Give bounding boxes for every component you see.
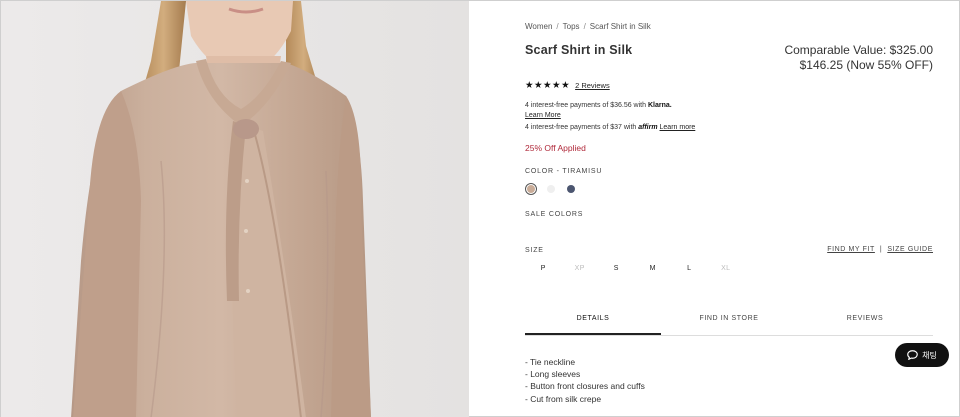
tab-find-in-store[interactable]: FIND IN STORE (661, 310, 797, 335)
price-block: Comparable Value: $325.00 $146.25 (Now 5… (784, 43, 933, 73)
color-label: COLOR - TIRAMISU (525, 168, 603, 175)
size-option-m[interactable]: M (635, 265, 672, 272)
size-option-xp[interactable]: XP (562, 265, 599, 272)
breadcrumb-women[interactable]: Women (525, 22, 552, 31)
klarna-learn-more-link[interactable]: Learn More (525, 111, 672, 121)
tab-reviews[interactable]: REVIEWS (797, 310, 933, 335)
affirm-payment-info: 4 interest-free payments of $37 with aff… (525, 124, 695, 131)
sale-price: $146.25 (Now 55% OFF) (799, 58, 933, 72)
color-swatch-tiramisu[interactable] (525, 183, 537, 195)
size-guide-link[interactable]: SIZE GUIDE (887, 246, 933, 253)
klarna-payment-info: 4 interest-free payments of $36.56 with … (525, 101, 672, 121)
breadcrumb: Women / Tops / Scarf Shirt in Silk (525, 22, 651, 31)
affirm-logo: affirm (638, 124, 658, 131)
color-swatches (525, 183, 577, 195)
product-info-panel: Women / Tops / Scarf Shirt in Silk Scarf… (525, 1, 933, 417)
klarna-text: 4 interest-free payments of $36.56 with (525, 102, 647, 109)
discount-applied: 25% Off Applied (525, 143, 586, 153)
breadcrumb-separator: / (583, 22, 586, 31)
sale-colors-label[interactable]: SALE COLORS (525, 211, 583, 218)
swatch-fill (567, 185, 575, 193)
chat-bubble-icon (907, 350, 918, 360)
breadcrumb-separator: / (556, 22, 559, 31)
comparable-value: Comparable Value: $325.00 (784, 43, 933, 57)
list-item: - Tie neckline (525, 357, 576, 367)
affirm-learn-more-link[interactable]: Learn more (660, 124, 696, 131)
star-rating-icon: ★★★★★ (525, 80, 571, 91)
chat-button[interactable]: 채팅 (895, 343, 949, 367)
size-option-xl[interactable]: XL (708, 265, 745, 272)
size-options: P XP S M L XL (525, 265, 744, 272)
list-item: - Long sleeves (525, 369, 581, 380)
affirm-text: 4 interest-free payments of $37 with (525, 124, 637, 131)
size-option-p[interactable]: P (525, 265, 562, 272)
breadcrumb-tops[interactable]: Tops (563, 22, 580, 31)
find-my-fit-link[interactable]: FIND MY FIT (827, 246, 875, 253)
reviews-link[interactable]: 2 Reviews (575, 81, 610, 90)
chat-button-label: 채팅 (922, 350, 937, 360)
details-list: - Tie neckline - Long sleeves - Button f… (525, 356, 645, 405)
klarna-logo: Klarna. (647, 102, 672, 109)
product-image[interactable] (1, 1, 469, 417)
swatch-fill (547, 185, 555, 193)
swatch-fill (527, 185, 535, 193)
breadcrumb-current[interactable]: Scarf Shirt in Silk (590, 22, 651, 31)
list-item: - Cut from silk crepe (525, 393, 602, 404)
model-photo-illustration (1, 1, 469, 417)
rating: ★★★★★ 2 Reviews (525, 80, 610, 91)
list-item: - Button front closures and cuffs (525, 381, 645, 392)
size-option-l[interactable]: L (671, 265, 708, 272)
size-option-s[interactable]: S (598, 265, 635, 272)
tab-details[interactable]: DETAILS (525, 310, 661, 335)
product-tabs: DETAILS FIND IN STORE REVIEWS (525, 310, 933, 336)
size-label: SIZE (525, 247, 544, 254)
size-links-divider: | (879, 246, 883, 253)
color-swatch-navy[interactable] (565, 183, 577, 195)
size-links: FIND MY FIT | SIZE GUIDE (827, 246, 933, 253)
color-swatch-white[interactable] (545, 183, 557, 195)
product-title: Scarf Shirt in Silk (525, 43, 633, 57)
